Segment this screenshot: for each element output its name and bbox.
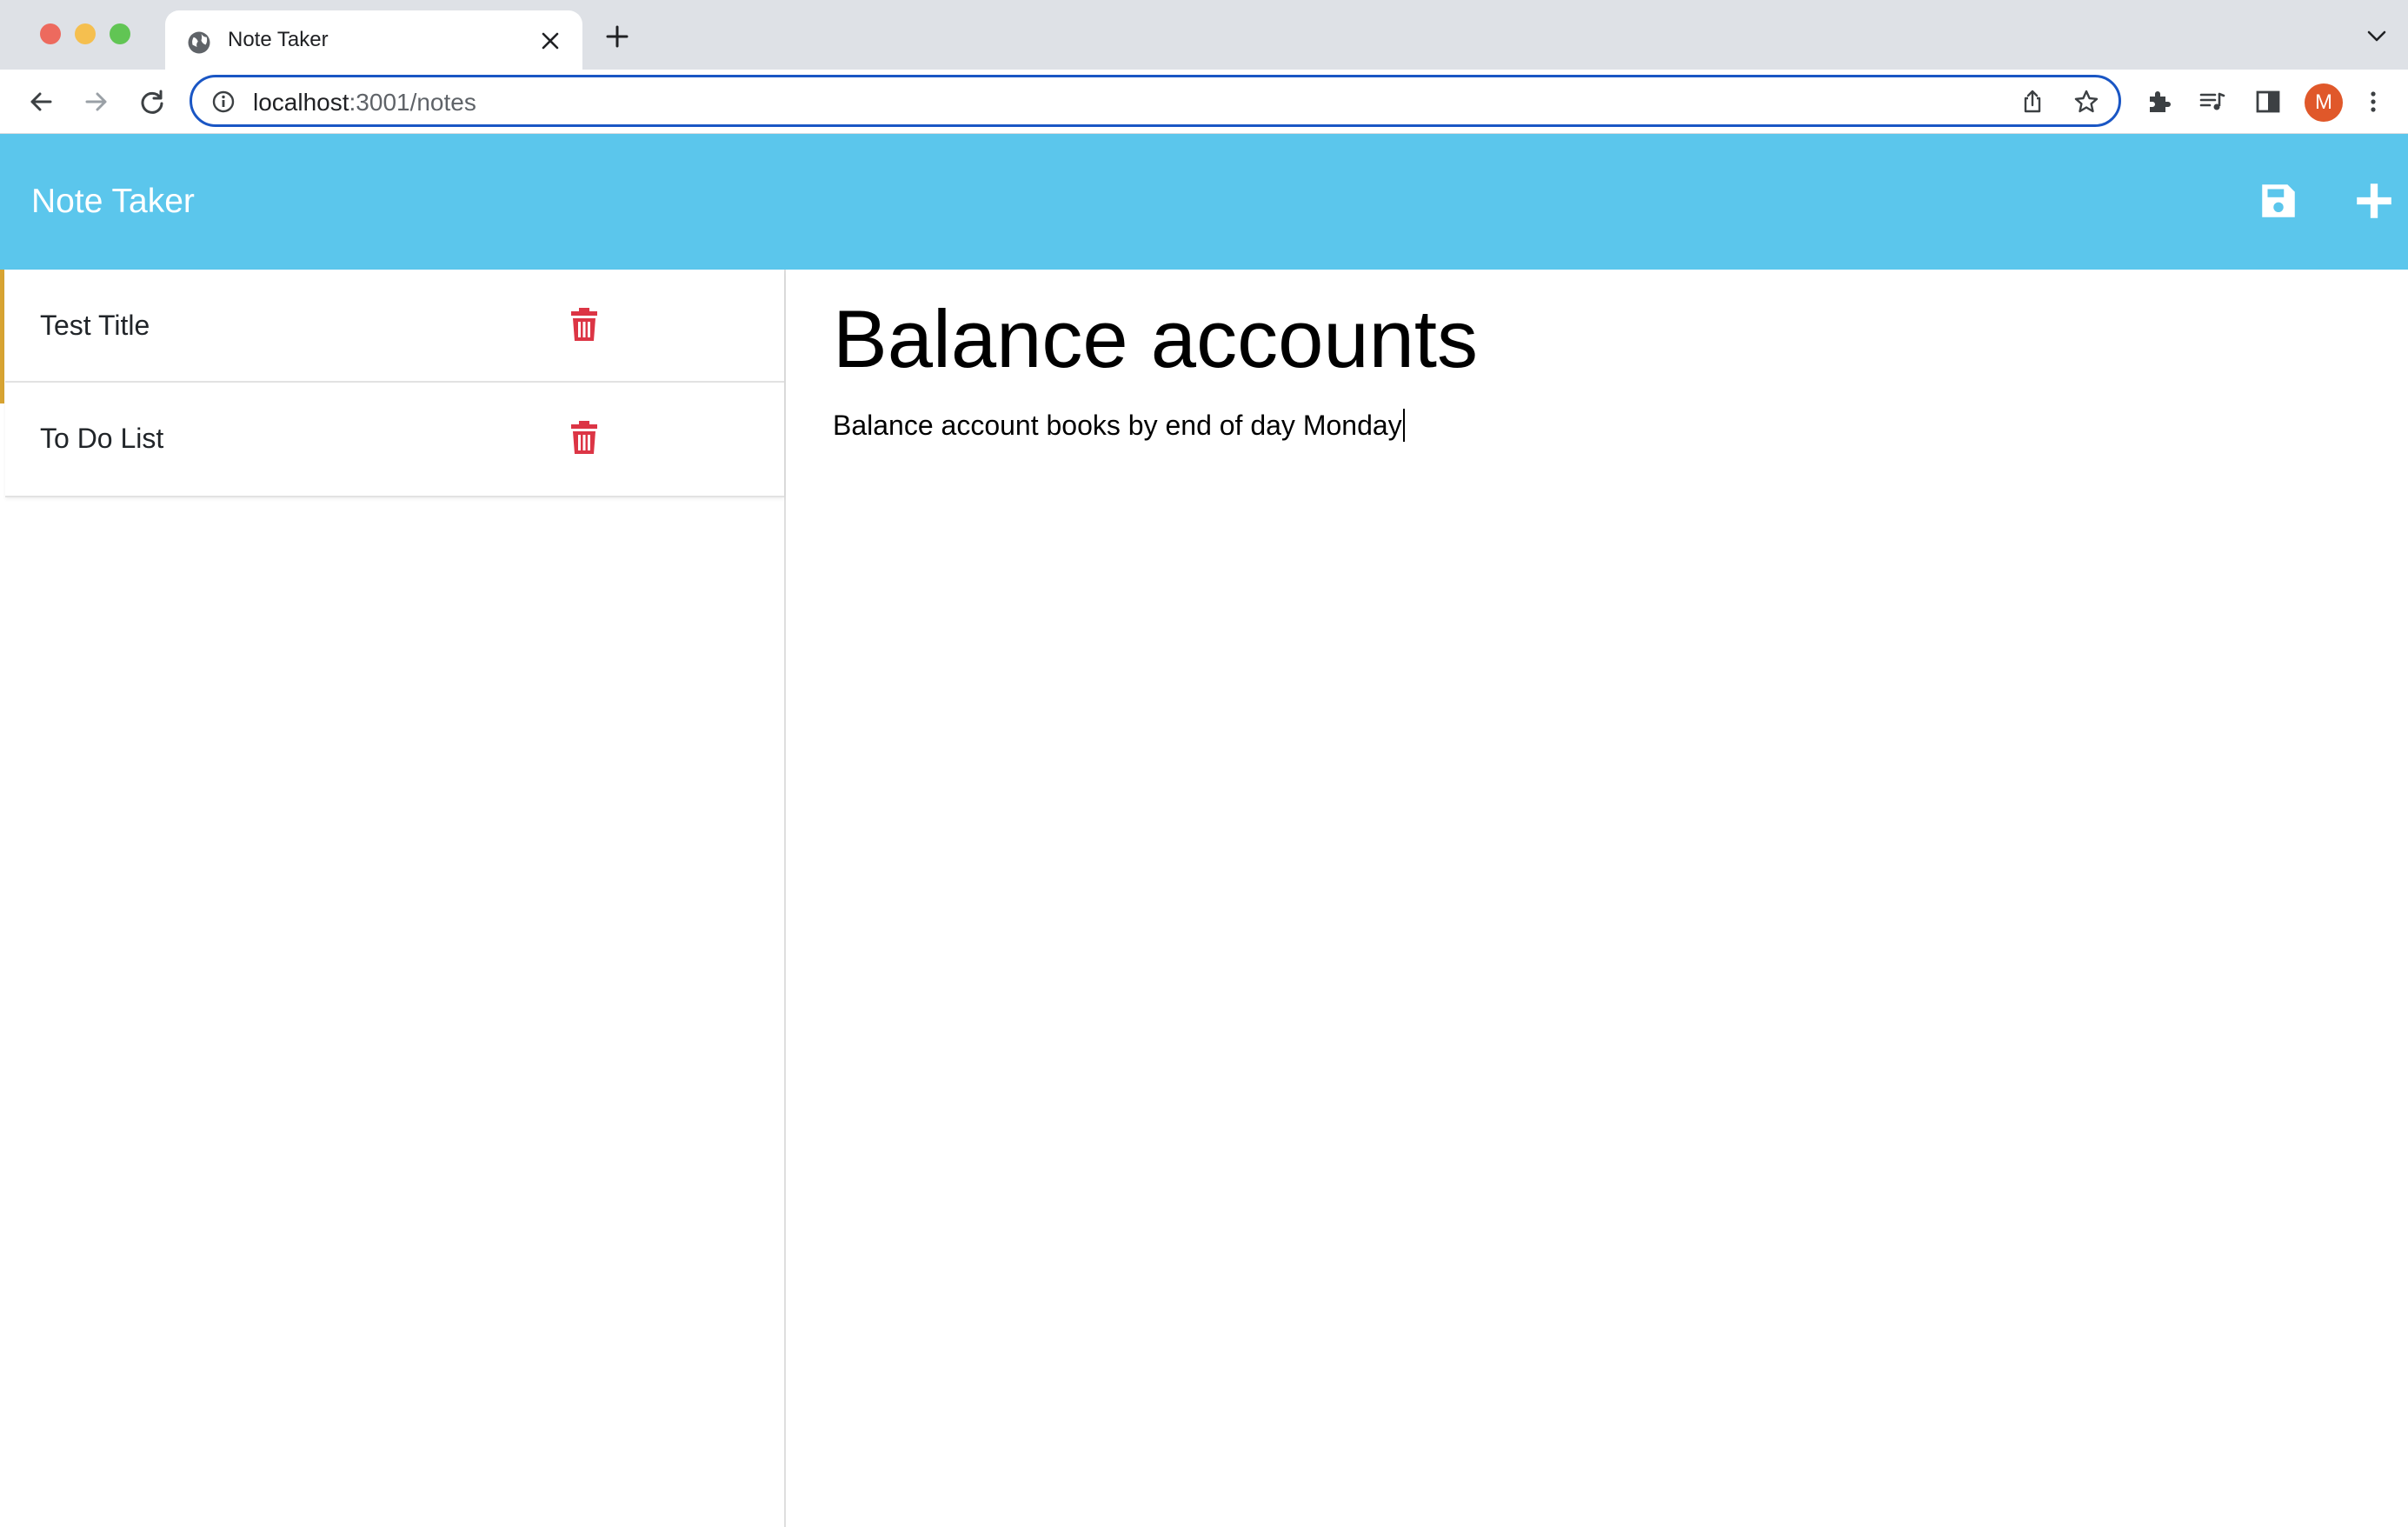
more-vert-icon[interactable] xyxy=(2365,87,2382,117)
browser-tab-strip: Note Taker xyxy=(0,0,2408,70)
note-list-title[interactable]: Test Title xyxy=(40,310,150,342)
url-host: localhost xyxy=(253,89,349,116)
trash-icon[interactable] xyxy=(569,304,600,343)
note-list-title[interactable]: To Do List xyxy=(40,423,163,455)
notes-sidebar: Test Title To Do List xyxy=(5,270,786,1527)
window-minimize-button[interactable] xyxy=(75,23,96,44)
app-navbar: Note Taker xyxy=(0,134,2408,270)
note-title-input[interactable]: Balance accounts xyxy=(833,294,1478,384)
address-bar[interactable]: localhost:3001/notes xyxy=(190,75,2121,127)
browser-toolbar: localhost:3001/notes M xyxy=(0,70,2408,134)
note-list: Test Title To Do List xyxy=(5,270,784,497)
side-panel-icon[interactable] xyxy=(2253,87,2283,117)
app-brand[interactable]: Note Taker xyxy=(31,183,195,221)
save-note-icon[interactable] xyxy=(2257,179,2300,223)
text-cursor xyxy=(1402,409,1405,442)
forward-arrow-icon[interactable] xyxy=(82,87,111,117)
window-close-button[interactable] xyxy=(40,23,61,44)
media-queue-icon[interactable] xyxy=(2198,87,2227,117)
new-note-plus-icon[interactable] xyxy=(2352,179,2396,223)
tab-title: Note Taker xyxy=(228,28,329,51)
info-icon[interactable] xyxy=(211,90,236,114)
url-path: :3001/notes xyxy=(349,89,476,116)
share-icon[interactable] xyxy=(2019,89,2045,115)
new-tab-icon[interactable] xyxy=(605,24,629,49)
window-zoom-button[interactable] xyxy=(110,23,130,44)
note-text-area[interactable]: Balance account books by end of day Mond… xyxy=(833,409,1405,442)
back-arrow-icon[interactable] xyxy=(26,87,56,117)
chevron-down-icon[interactable] xyxy=(2366,30,2387,43)
extensions-puzzle-icon[interactable] xyxy=(2144,87,2173,117)
bookmark-star-icon[interactable] xyxy=(2073,89,2099,115)
browser-tab-active[interactable]: Note Taker xyxy=(165,10,582,70)
note-text: Balance account books by end of day Mond… xyxy=(833,410,1402,441)
note-editor: Balance accounts Balance account books b… xyxy=(788,270,2408,1527)
note-list-item[interactable]: Test Title xyxy=(5,270,784,383)
note-list-item[interactable]: To Do List xyxy=(5,383,784,496)
reload-icon[interactable] xyxy=(137,87,167,117)
profile-avatar[interactable]: M xyxy=(2305,83,2343,122)
close-icon[interactable] xyxy=(541,31,560,50)
trash-icon[interactable] xyxy=(569,417,600,456)
page-content: Note Taker Test Title To Do List Balance… xyxy=(0,134,2408,1527)
url-text: localhost:3001/notes xyxy=(253,89,476,117)
globe-icon xyxy=(188,31,210,54)
